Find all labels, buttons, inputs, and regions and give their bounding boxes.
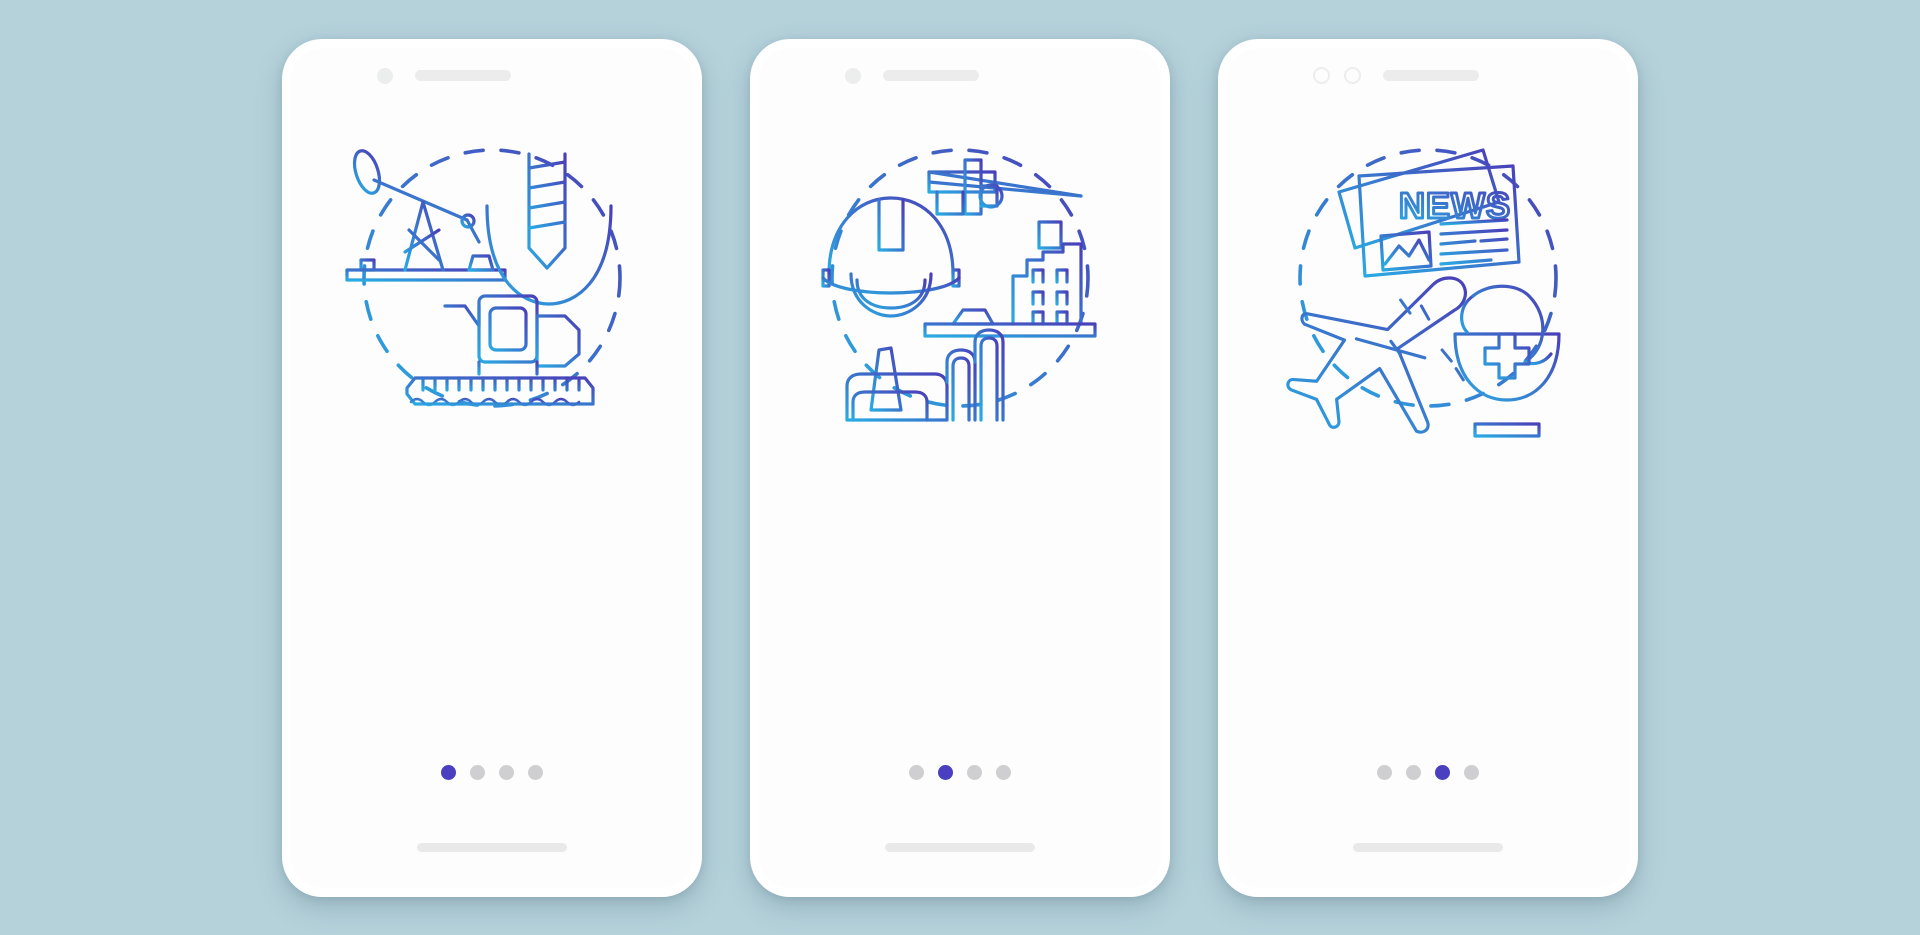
page-dot-1[interactable] [909,764,924,780]
page-dot-2[interactable] [470,764,485,780]
phone-notch [1227,48,1629,104]
phone-screen [291,47,693,888]
home-indicator [1353,842,1503,852]
front-camera-icon [845,67,861,84]
front-camera-icon [377,67,393,84]
phone-mockup-2 [750,38,1170,897]
earpiece-speaker [1383,70,1479,81]
page-dot-2[interactable] [938,764,953,780]
onboarding-navigation [1227,764,1629,780]
phone-screen: NEWS [1227,47,1629,888]
phone-mockup-1 [282,38,702,897]
tertiary-sector-icons-illustration: NEWS [1263,110,1593,440]
earpiece-speaker [415,70,511,81]
page-dot-3[interactable] [499,764,514,780]
page-indicator-dots [441,764,543,780]
page-dot-4[interactable] [996,764,1011,780]
proximity-sensor-icon [1344,67,1361,84]
phone-mockup-3: NEWS [1218,38,1638,897]
phone-screen [759,47,1161,888]
onboarding-screens-stage: NEWS [0,0,1920,935]
page-dot-1[interactable] [1377,764,1392,780]
home-indicator [885,842,1035,852]
phone-notch [291,48,693,104]
onboarding-navigation [291,764,693,780]
earpiece-speaker [883,70,979,81]
onboarding-navigation [759,764,1161,780]
page-dot-4[interactable] [1464,764,1479,780]
home-indicator [417,842,567,852]
primary-sector-icons-illustration [327,110,657,440]
page-dot-3[interactable] [1435,764,1450,780]
page-indicator-dots [909,764,1011,780]
secondary-sector-icons-illustration [795,110,1125,440]
page-indicator-dots [1377,764,1479,780]
phone-notch [759,48,1161,104]
page-dot-2[interactable] [1406,764,1421,780]
page-dot-3[interactable] [967,764,982,780]
front-camera-icon [1313,67,1330,84]
page-dot-1[interactable] [441,764,456,780]
page-dot-4[interactable] [528,764,543,780]
